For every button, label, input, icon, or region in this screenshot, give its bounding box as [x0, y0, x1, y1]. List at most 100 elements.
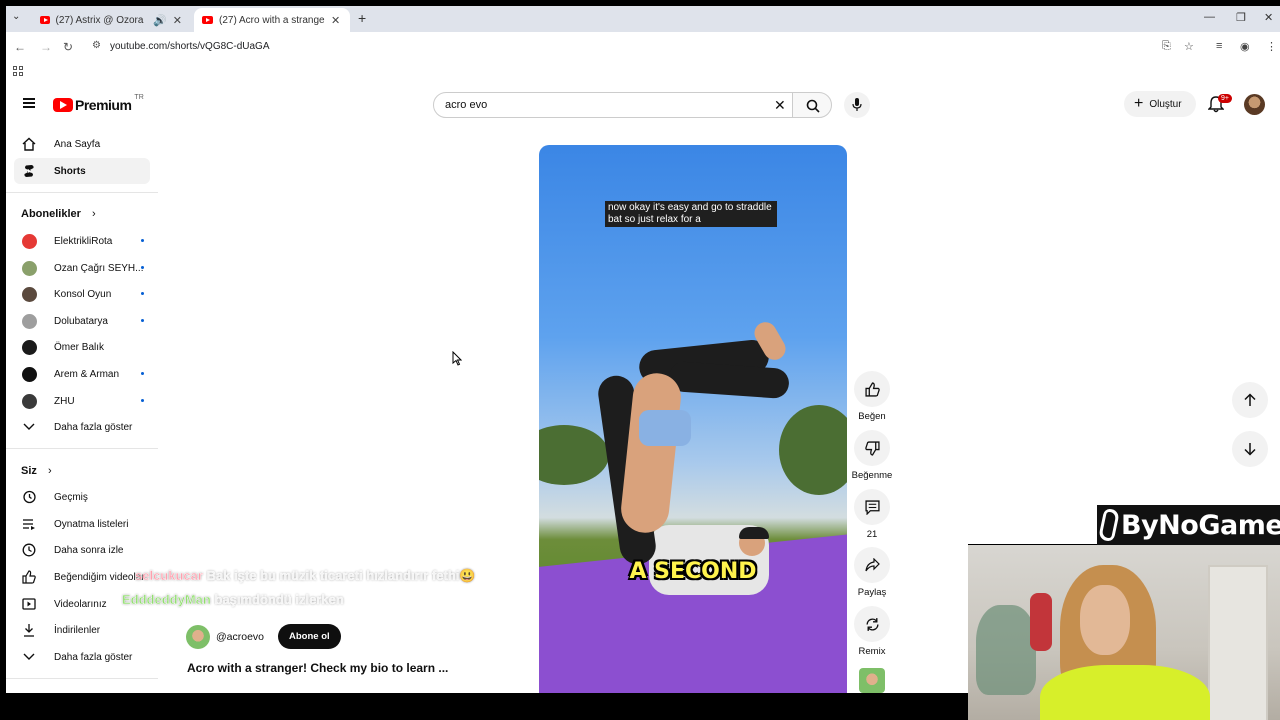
youtube-favicon-icon [40, 16, 50, 24]
chat-username: selcukucar [135, 568, 203, 583]
you-show-more[interactable]: Daha fazla göster [14, 644, 150, 670]
voice-search-button[interactable] [844, 92, 870, 118]
new-content-dot [141, 292, 144, 295]
sidebar-item-watch-later[interactable]: Daha sonra izle [14, 537, 150, 563]
channel-avatar [22, 286, 37, 302]
browser-toolbar: ← → ↻ ⚙ youtube.com/shorts/vQG8C-dUaGA ⎘… [6, 32, 1280, 62]
sidebar-item-liked-videos[interactable]: Beğendiğim videolar [14, 564, 150, 590]
next-short-button[interactable] [1232, 431, 1268, 467]
apps-grid-icon[interactable] [13, 66, 23, 76]
short-title[interactable]: Acro with a stranger! Check my bio to le… [187, 661, 448, 675]
caption-line: bat so just relax for a [608, 214, 701, 225]
shorts-icon [22, 164, 36, 178]
dislike-button[interactable]: Beğenme [850, 430, 894, 481]
like-icon [854, 371, 890, 407]
you-heading[interactable]: Siz › [21, 465, 52, 477]
subscriptions-heading-text: Abonelikler [21, 208, 81, 220]
subscribe-button[interactable]: Abone ol [278, 624, 341, 649]
url-text: youtube.com/shorts/vQG8C-dUaGA [110, 41, 270, 52]
channel-handle[interactable]: @acroevo [216, 631, 264, 643]
streamer-webcam [968, 545, 1280, 720]
subscription-label: ZHU [54, 395, 75, 407]
subscription-item-konsol-oyun[interactable]: Konsol Oyun [14, 281, 150, 307]
subscription-item-arem-arman[interactable]: Arem & Arman [14, 361, 150, 387]
channel-row: @acroevo Abone ol [186, 624, 341, 649]
forward-arrow-icon[interactable]: → [40, 40, 52, 54]
sidebar-item-downloads[interactable]: İndirilenler [14, 617, 150, 643]
subscriptions-heading[interactable]: Abonelikler › [21, 208, 96, 220]
clear-search-icon[interactable]: ✕ [774, 97, 786, 114]
media-controls-icon[interactable]: ≡ [1216, 40, 1222, 52]
flyer-leg [668, 360, 790, 400]
create-button[interactable]: + Oluştur [1124, 91, 1196, 117]
youtube-page-right [968, 84, 1280, 544]
tab-search-chevron-icon[interactable]: ⌄ [12, 11, 20, 22]
short-video-player[interactable]: now okay it's easy and go to straddle ba… [539, 145, 847, 693]
comments-button[interactable]: 21 [850, 489, 894, 540]
remix-button[interactable]: Remix [850, 606, 894, 657]
new-tab-plus-icon[interactable]: + [358, 10, 366, 26]
share-button[interactable]: Paylaş [850, 547, 894, 598]
minimize-icon[interactable]: — [1204, 11, 1215, 23]
channel-avatar[interactable] [186, 624, 210, 649]
previous-short-button[interactable] [1232, 382, 1268, 418]
sound-channel-thumbnail[interactable] [859, 668, 885, 693]
subscription-item-omer-balik[interactable]: Ömer Balık [14, 334, 150, 360]
remix-label: Remix [858, 646, 886, 657]
you-heading-text: Siz [21, 465, 37, 477]
streamer-face [1080, 585, 1130, 655]
restore-icon[interactable]: ❐ [1236, 11, 1246, 24]
mouse-cursor-icon [452, 351, 462, 366]
youtube-premium-logo[interactable]: Premium TR [53, 93, 144, 113]
chat-text: başımdöndü izlerken [214, 592, 344, 607]
home-icon [22, 137, 36, 151]
show-more-label: Daha fazla göster [54, 421, 133, 433]
sidebar-item-home[interactable]: Ana Sayfa [14, 131, 150, 157]
subscription-item-zhu[interactable]: ZHU [14, 388, 150, 414]
subscription-item-ozan[interactable]: Ozan Çağrı SEYH... [14, 255, 150, 281]
close-window-icon[interactable]: ✕ [1264, 11, 1273, 24]
search-icon [806, 99, 820, 113]
reload-icon[interactable]: ↻ [63, 40, 73, 54]
subscription-item-elektriklirota[interactable]: ElektrikliRota [14, 228, 150, 254]
search-button[interactable] [792, 92, 832, 118]
caption-line: now okay it's easy and go to straddle [608, 202, 772, 213]
chevron-right-icon: › [91, 208, 96, 220]
sidebar-item-playlists[interactable]: Oynatma listeleri [14, 511, 150, 537]
search-input[interactable]: acro evo ✕ [433, 92, 793, 118]
dislike-icon [854, 430, 890, 466]
country-code: TR [134, 93, 144, 101]
brand-text: ByNoGame [1121, 509, 1280, 541]
profile-icon[interactable]: ◉ [1240, 40, 1250, 53]
youtube-favicon-icon [202, 16, 213, 24]
browser-tab-acro[interactable]: (27) Acro with a stranger! Check ✕ [194, 8, 350, 32]
install-app-icon[interactable]: ⎘ [1162, 40, 1171, 53]
speaker-icon[interactable]: 🔊 [153, 14, 167, 27]
chat-username: EdddeddyMan [122, 592, 211, 607]
address-bar[interactable]: ⚙ youtube.com/shorts/vQG8C-dUaGA [86, 36, 1206, 58]
subscription-item-dolubatarya[interactable]: Dolubatarya [14, 308, 150, 334]
webcam-microphone [1030, 593, 1052, 651]
sidebar-item-history[interactable]: Geçmiş [14, 484, 150, 510]
close-tab-icon[interactable]: ✕ [173, 14, 182, 27]
site-settings-icon[interactable]: ⚙ [92, 40, 101, 51]
subscription-label: Ömer Balık [54, 341, 105, 353]
search-value: acro evo [445, 99, 488, 111]
like-button[interactable]: Beğen [850, 371, 894, 422]
sidebar-item-label: Oynatma listeleri [54, 518, 129, 530]
close-tab-icon[interactable]: ✕ [331, 14, 340, 27]
bookmark-star-icon[interactable]: ☆ [1184, 40, 1194, 53]
sidebar-item-label: Beğendiğim videolar [54, 571, 145, 583]
chevron-right-icon: › [47, 465, 52, 477]
sidebar-item-shorts[interactable]: Shorts [14, 158, 150, 184]
browser-tab-astrix[interactable]: (27) Astrix @ Ozora Festival 🔊 ✕ [32, 8, 190, 32]
burned-in-caption: A SECOND [629, 559, 757, 584]
channel-avatar [22, 260, 37, 276]
notifications-badge: 9+ [1218, 94, 1232, 103]
subscriptions-show-more[interactable]: Daha fazla göster [14, 414, 150, 440]
account-avatar[interactable] [1244, 94, 1265, 115]
hamburger-menu-icon[interactable] [23, 98, 35, 108]
back-arrow-icon[interactable]: ← [14, 40, 26, 54]
menu-kebab-icon[interactable]: ⋮ [1266, 40, 1277, 53]
chat-message: selcukucar Bak işte bu müzik ticareti hı… [135, 568, 476, 584]
